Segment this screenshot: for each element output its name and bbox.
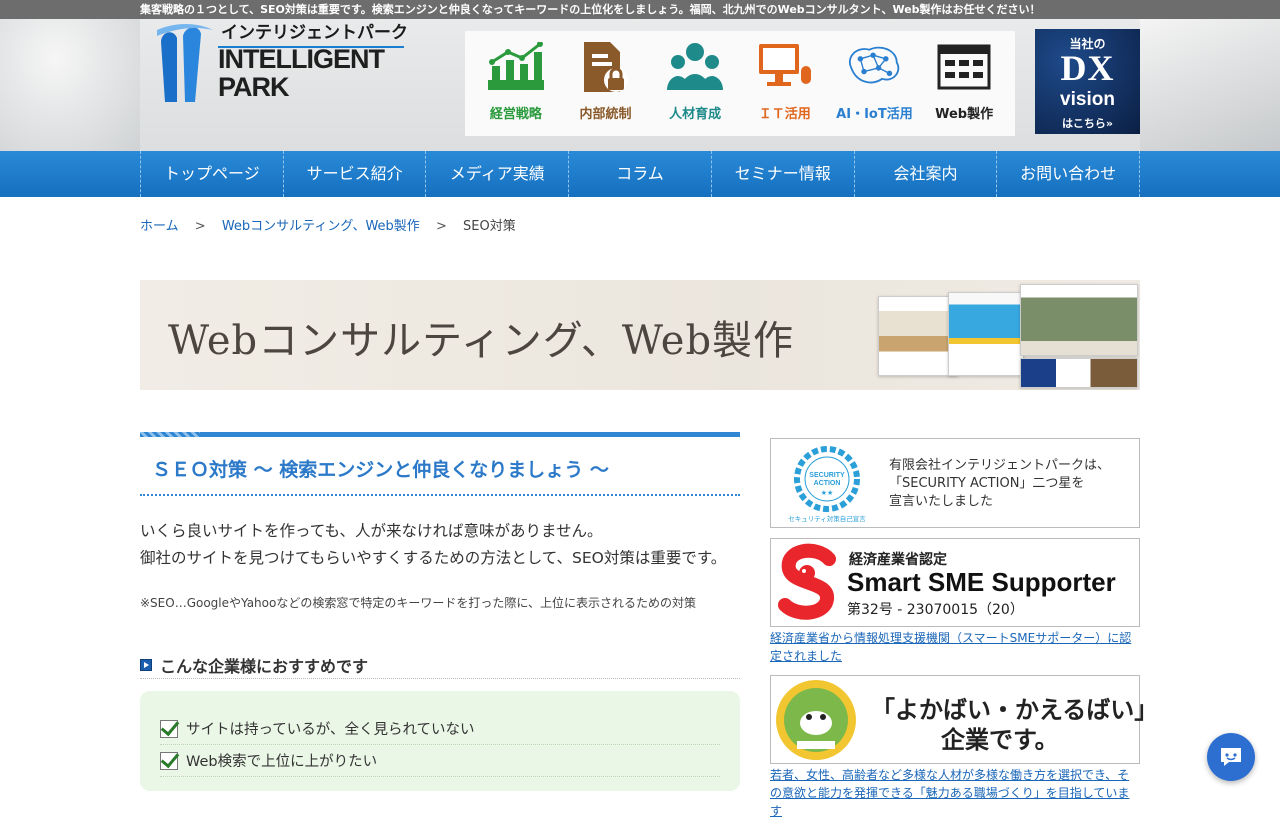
main-content: ＳＥＯ対策 ～ 検索エンジンと仲良くなりましょう ～ いくら良いサイトを作っても… — [140, 432, 740, 791]
section-title: ＳＥＯ対策 ～ 検索エンジンと仲良くなりましょう ～ — [152, 459, 609, 481]
sme-registration-number: 第32号 - 23070015（20） — [847, 602, 1024, 618]
web-window-icon — [934, 39, 994, 95]
breadcrumb-separator: > — [435, 219, 447, 234]
recommend-heading: こんな企業様におすすめです — [140, 651, 740, 679]
nav-item-company[interactable]: 会社案内 — [855, 151, 998, 197]
service-ai-iot[interactable]: AI・IoT活用 — [831, 39, 917, 136]
logo-japanese-text: インテリジェントパーク — [221, 23, 408, 43]
logo-english-line2: PARK — [218, 72, 290, 102]
service-label: Web製作 — [935, 107, 994, 122]
yokabai-title-line2: 企業です。 — [941, 726, 1059, 754]
service-it-utilization[interactable]: ＩＴ活用 — [742, 39, 828, 136]
sme-certification-label: 経済産業省認定 — [849, 552, 947, 568]
yokabai-description-link[interactable]: 若者、女性、高齢者など多様な人材が多様な働き方を選択でき、その意欲と能力を発揮で… — [770, 766, 1140, 820]
chat-bubble-icon — [1221, 748, 1241, 766]
sme-certification-link[interactable]: 経済産業省から情報処理支援機関（スマートSMEサポーター）に認定されました — [770, 629, 1140, 665]
global-nav: トップページ サービス紹介 メディア実績 コラム セミナー情報 会社案内 お問い… — [0, 151, 1280, 197]
nav-item-seminar[interactable]: セミナー情報 — [712, 151, 855, 197]
service-internal-control[interactable]: 内部統制 — [562, 39, 648, 136]
page-title: Webコンサルティング、Web製作 — [168, 318, 795, 364]
growth-chart-icon — [486, 39, 546, 95]
smart-sme-logo-icon — [778, 543, 836, 620]
checkbox-checked-icon — [160, 751, 178, 770]
computer-mouse-icon — [755, 39, 815, 95]
list-item: サイトは持っているが、全く見られていない — [160, 713, 720, 745]
people-icon — [665, 39, 725, 95]
service-web-production[interactable]: Web製作 — [921, 39, 1007, 136]
logo-english-line1: INTELLIGENT — [218, 44, 385, 74]
intro-text: いくら良いサイトを作っても、人が来なければ意味がありません。 御社のサイトを見つ… — [140, 518, 740, 572]
service-management-strategy[interactable]: 経営戦略 — [473, 39, 559, 136]
service-label: ＩＴ活用 — [758, 107, 811, 122]
checklist-text: Web検索で上位に上がりたい — [186, 754, 378, 770]
ai-brain-network-icon — [844, 39, 904, 95]
security-action-badge-icon: SECURITY ACTION ★★ セキュリティ対策自己宣言 — [788, 446, 866, 523]
service-label: 内部統制 — [579, 107, 632, 122]
nav-item-media[interactable]: メディア実績 — [426, 151, 570, 197]
breadcrumb-separator: > — [194, 219, 206, 234]
breadcrumb-current: SEO対策 — [463, 219, 516, 234]
checkbox-checked-icon — [160, 719, 178, 738]
recommend-heading-text: こんな企業様におすすめです — [160, 656, 369, 676]
service-label: AI・IoT活用 — [836, 107, 913, 122]
section-title-block: ＳＥＯ対策 ～ 検索エンジンと仲良くなりましょう ～ — [140, 432, 740, 496]
site-logo[interactable]: インテリジェントパーク INTELLIGENT PARK — [155, 18, 415, 108]
intro-line: 御社のサイトを見つけてもらいやすくするための方法として、SEO対策は重要です。 — [140, 549, 727, 567]
web-sample-image — [1020, 284, 1138, 356]
dx-banner-line4: はこちら» — [1061, 117, 1114, 130]
security-action-text: 有限会社インテリジェントパークは、 「SECURITY ACTION」二つ星を … — [889, 458, 1111, 509]
dx-banner-line3: vision — [1060, 89, 1115, 110]
security-action-banner[interactable]: SECURITY ACTION ★★ セキュリティ対策自己宣言 有限会社インテリ… — [770, 438, 1140, 528]
yokabai-kaerubai-banner[interactable]: 「よかばい・かえるばい」 企業です。 — [770, 675, 1158, 764]
breadcrumb-home-link[interactable]: ホーム — [140, 219, 179, 234]
nav-item-services[interactable]: サービス紹介 — [284, 151, 427, 197]
web-sample-image — [878, 296, 958, 376]
checklist-text: サイトは持っているが、全く見られていない — [186, 722, 475, 738]
web-sample-image — [948, 292, 1024, 376]
logo-mark-icon — [157, 24, 213, 103]
intro-line: いくら良いサイトを作っても、人が来なければ意味がありません。 — [140, 522, 603, 540]
breadcrumb: ホーム > Webコンサルティング、Web製作 > SEO対策 — [140, 215, 516, 234]
svg-text:SECURITY: SECURITY — [809, 472, 845, 479]
top-info-text: 集客戦略の１つとして、SEO対策は重要です。検索エンジンと仲良くなってキーワード… — [140, 3, 1041, 16]
sme-title: Smart SME Supporter — [847, 567, 1116, 597]
nav-item-column[interactable]: コラム — [569, 151, 712, 197]
svg-text:★★: ★★ — [821, 489, 834, 497]
service-label: 経営戦略 — [489, 107, 542, 122]
dx-banner-line2: DX — [1060, 48, 1115, 88]
service-hr-development[interactable]: 人材育成 — [652, 39, 738, 136]
page-title-banner: Webコンサルティング、Web製作 — [140, 280, 1140, 390]
svg-text:ACTION: ACTION — [814, 480, 841, 487]
breadcrumb-parent-link[interactable]: Webコンサルティング、Web製作 — [222, 219, 420, 234]
nav-item-top[interactable]: トップページ — [141, 151, 284, 197]
nav-item-contact[interactable]: お問い合わせ — [997, 151, 1141, 197]
dx-vision-banner[interactable]: 当社の DX vision はこちら» — [1035, 29, 1140, 134]
yokabai-frog-badge-icon — [776, 680, 856, 760]
document-lock-icon — [575, 39, 635, 95]
chat-button[interactable] — [1207, 733, 1255, 781]
recommend-checklist: サイトは持っているが、全く見られていない Web検索で上位に上がりたい — [140, 691, 740, 791]
seo-definition-note: ※SEO…GoogleやYahooなどの検索窓で特定のキーワードを打った際に、上… — [140, 596, 696, 610]
list-item: Web検索で上位に上がりたい — [160, 745, 720, 777]
web-sample-image — [1020, 358, 1138, 388]
service-label: 人材育成 — [669, 107, 722, 122]
smart-sme-supporter-banner[interactable]: 経済産業省認定 Smart SME Supporter 第32号 - 23070… — [770, 538, 1140, 627]
square-arrow-icon — [140, 658, 152, 671]
sidebar: SECURITY ACTION ★★ セキュリティ対策自己宣言 有限会社インテリ… — [770, 438, 1158, 820]
service-icon-panel: 経営戦略 内部統制 人材育成 ＩＴ活用 AI・IoT活用 Web製作 — [465, 31, 1015, 136]
top-info-bar: 集客戦略の１つとして、SEO対策は重要です。検索エンジンと仲良くなってキーワード… — [0, 0, 1280, 19]
svg-text:セキュリティ対策自己宣言: セキュリティ対策自己宣言 — [788, 514, 866, 523]
